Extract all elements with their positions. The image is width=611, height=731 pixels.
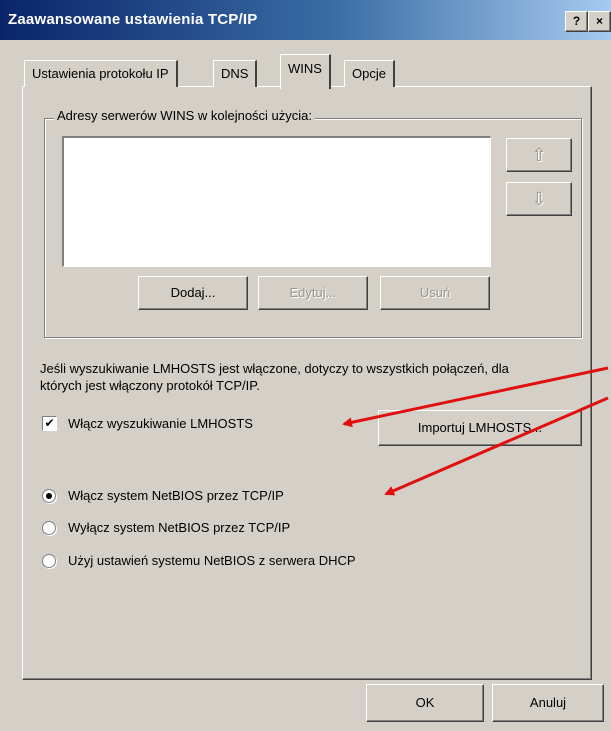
tab-options[interactable]: Opcje xyxy=(344,60,395,87)
cancel-button[interactable]: Anuluj xyxy=(492,684,604,722)
edit-button[interactable]: Edytuj... xyxy=(258,276,368,310)
help-button[interactable]: ? xyxy=(565,11,588,32)
radio-button[interactable] xyxy=(42,521,56,535)
netbios-dhcp-label: Użyj ustawień systemu NetBIOS z serwera … xyxy=(68,553,356,568)
wins-server-list[interactable] xyxy=(62,136,491,267)
move-up-button[interactable]: ⇧ xyxy=(506,138,572,172)
radio-button[interactable] xyxy=(42,489,56,503)
arrow-up-icon: ⇧ xyxy=(531,145,547,165)
tab-label: Ustawienia protokołu IP xyxy=(32,66,169,81)
lmhosts-checkbox-label: Włącz wyszukiwanie LMHOSTS xyxy=(68,416,253,431)
help-icon: ? xyxy=(572,14,581,28)
radio-button[interactable] xyxy=(42,554,56,568)
tab-dns[interactable]: DNS xyxy=(213,60,258,87)
tab-label: DNS xyxy=(221,66,249,81)
radio-selected-dot xyxy=(46,493,52,499)
netbios-enable-label: Włącz system NetBIOS przez TCP/IP xyxy=(68,488,284,503)
ok-button[interactable]: OK xyxy=(366,684,484,722)
tab-label: WINS xyxy=(288,61,322,76)
tab-wins[interactable]: WINS xyxy=(280,54,331,89)
arrow-down-icon: ⇩ xyxy=(531,189,547,209)
wins-group-label: Adresy serwerów WINS w kolejności użycia… xyxy=(54,108,316,123)
tab-label: Opcje xyxy=(352,66,386,81)
import-lmhosts-button[interactable]: Importuj LMHOSTS... xyxy=(378,410,582,446)
remove-button[interactable]: Usuń xyxy=(380,276,490,310)
add-button[interactable]: Dodaj... xyxy=(138,276,248,310)
window-title: Zaawansowane ustawienia TCP/IP xyxy=(8,11,258,28)
title-bar: Zaawansowane ustawienia TCP/IP ? × xyxy=(0,0,611,40)
lmhosts-info-text: Jeśli wyszukiwanie LMHOSTS jest włączone… xyxy=(40,361,509,393)
move-down-button[interactable]: ⇩ xyxy=(506,182,572,216)
lmhosts-checkbox[interactable]: ✔ xyxy=(42,416,57,431)
tab-ip-settings[interactable]: Ustawienia protokołu IP xyxy=(24,60,178,87)
close-button[interactable]: × xyxy=(588,11,611,32)
close-icon: × xyxy=(595,14,603,28)
netbios-disable-label: Wyłącz system NetBIOS przez TCP/IP xyxy=(68,520,291,535)
checkmark-icon: ✔ xyxy=(44,416,55,430)
